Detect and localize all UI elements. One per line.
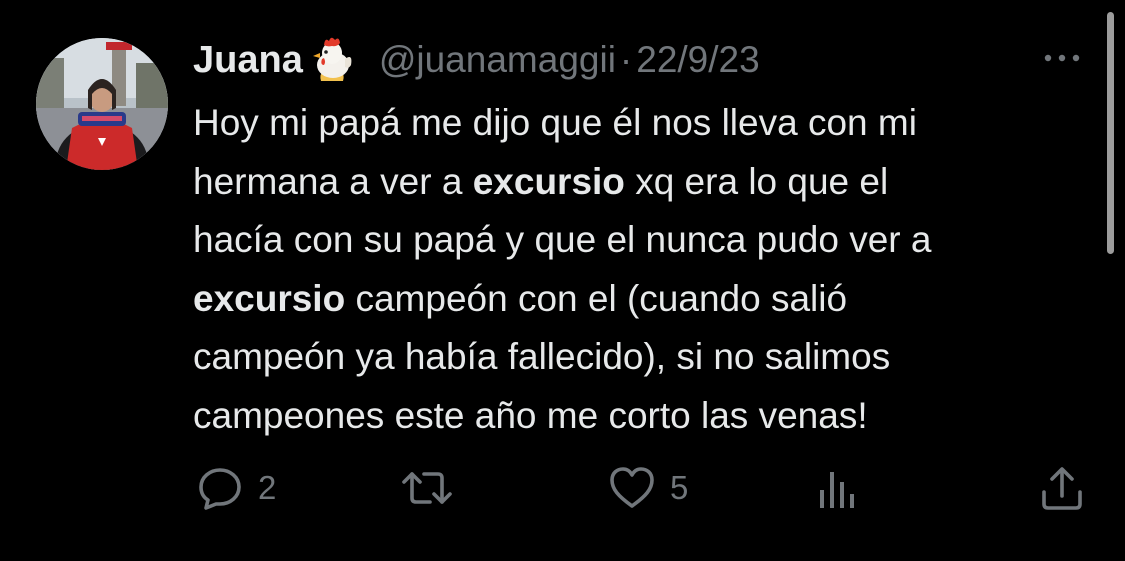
tweet-text-line: campeones este año me corto las venas! — [193, 387, 1083, 446]
retweet-icon — [400, 464, 454, 512]
tweet-text-run: campeón con el (cuando salió — [345, 277, 848, 319]
tweet-actions: 2 5 — [0, 460, 1125, 516]
tweet-text-line: excursio campeón con el (cuando salió — [193, 270, 1083, 329]
tweet-text: Hoy mi papá me dijo que él nos lleva con… — [193, 94, 1083, 445]
tweet-text-run: campeones este año me corto las venas! — [193, 394, 868, 436]
more-horizontal-icon[interactable] — [1040, 48, 1084, 68]
tweet-text-run: campeón ya había fallecido), si no salim… — [193, 336, 891, 377]
tweet-text-run: Hoy mi papá me dijo que él nos lleva con… — [193, 102, 917, 143]
tweet-text-run: xq era lo que el — [624, 160, 889, 202]
retweet-button[interactable] — [400, 460, 468, 516]
tweet-date[interactable]: 22/9/23 — [636, 39, 759, 81]
tweet-text-line: Hoy mi papá me dijo que él nos lleva con… — [193, 94, 1083, 153]
rooster-emoji-icon — [307, 35, 357, 85]
reply-count: 2 — [258, 469, 277, 506]
tweet-text-bold: excursio — [193, 277, 346, 319]
views-button[interactable] — [816, 460, 874, 516]
tweet-text-line: hermana a ver a excursio xq era lo que e… — [193, 153, 1083, 212]
tweet-card[interactable]: Juana @juanamaggii · 22/9/23 Hoy mi papá… — [0, 0, 1125, 561]
like-button[interactable]: 5 — [608, 460, 688, 516]
heart-icon — [608, 464, 656, 512]
share-upload-icon — [1040, 464, 1084, 512]
tweet-text-bold: excursio — [472, 160, 625, 202]
reply-button[interactable]: 2 — [196, 460, 276, 516]
header-separator: · — [619, 39, 633, 80]
like-count: 5 — [670, 469, 689, 506]
user-handle[interactable]: @juanamaggii — [379, 39, 616, 81]
tweet-text-run: hacía con su papá y que el nunca pudo ve… — [193, 219, 932, 260]
tweet-header: Juana @juanamaggii · 22/9/23 — [193, 34, 760, 86]
views-bars-icon — [816, 464, 860, 512]
share-button[interactable] — [1040, 460, 1084, 516]
tweet-text-line: campeón ya había fallecido), si no salim… — [193, 328, 1083, 387]
tweet-text-line: hacía con su papá y que el nunca pudo ve… — [193, 211, 1083, 270]
tweet-text-run: hermana a ver a — [193, 160, 473, 202]
avatar[interactable] — [36, 38, 168, 170]
reply-bubble-icon — [196, 464, 244, 512]
scrollbar-thumb[interactable] — [1107, 12, 1114, 254]
display-name[interactable]: Juana — [193, 39, 303, 82]
